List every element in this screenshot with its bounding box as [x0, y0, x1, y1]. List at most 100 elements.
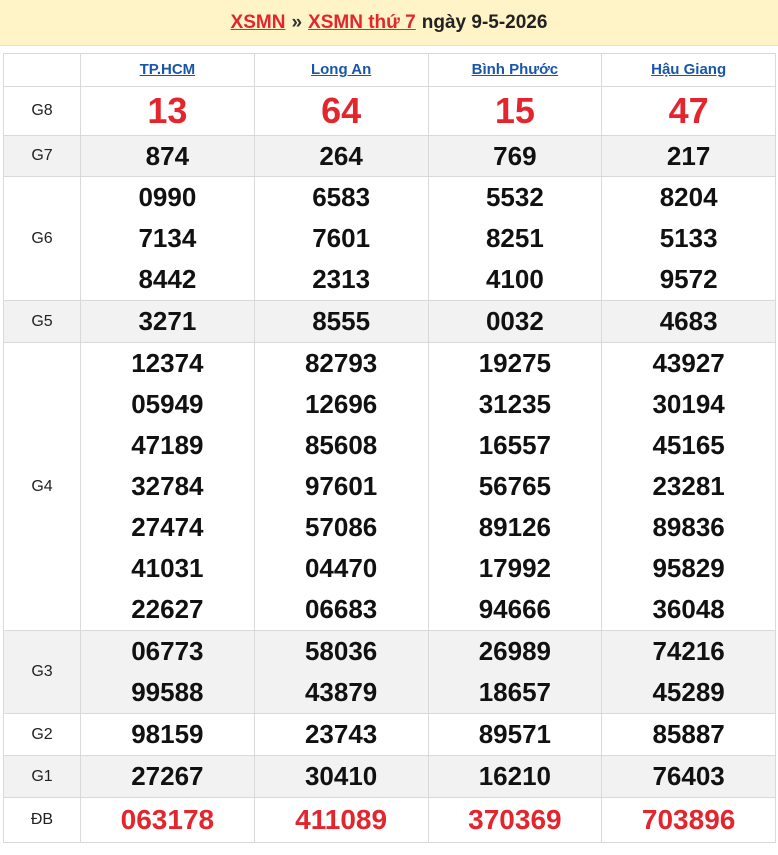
- prize-number: 2313: [312, 264, 371, 294]
- prize-number: 8204: [659, 182, 718, 212]
- prize-number: 19275: [478, 348, 552, 378]
- province-header-row: TP.HCM Long An Bình Phước Hậu Giang: [3, 53, 776, 87]
- prize-cell: 13: [80, 86, 255, 136]
- prize-number: 47: [668, 90, 709, 131]
- prize-cell: 874: [80, 135, 255, 177]
- prize-cell: 98159: [80, 713, 255, 756]
- prize-row-g8: G8 13 64 15 47: [3, 86, 776, 136]
- prize-number: 30410: [304, 761, 378, 791]
- breadcrumb-separator: »: [291, 11, 303, 33]
- prize-row-đb: ĐB 063178 411089 370369 703896: [3, 797, 776, 843]
- prize-number: 95829: [652, 553, 725, 583]
- prize-row-g5: G5 3271 8555 0032 4683: [3, 300, 776, 343]
- prize-cell: 23743: [253, 713, 429, 756]
- prize-number: 12696: [304, 389, 378, 419]
- prize-number: 76403: [652, 761, 725, 791]
- prize-cell: 3271: [80, 300, 255, 343]
- prize-row-g6: G6 0990 7134 8442 6583 7601 2313 5532 8251 4100 82…: [3, 176, 776, 301]
- xsmn-saturday-link[interactable]: XSMN thứ 7: [308, 12, 416, 34]
- prize-number: 85887: [652, 719, 725, 749]
- xsmn-link[interactable]: XSMN: [231, 12, 286, 34]
- prize-number: 703896: [641, 804, 736, 835]
- prize-label: G3: [3, 630, 81, 714]
- prize-row-g7: G7 874 264 769 217: [3, 135, 776, 177]
- prize-cell: 26989 18657: [427, 630, 603, 714]
- prize-cell: 27267: [80, 755, 255, 798]
- prize-cell: 0032: [427, 300, 603, 343]
- prize-number: 3271: [138, 306, 197, 336]
- prize-number: 30194: [652, 389, 725, 419]
- prize-cell: 58036 43879: [253, 630, 429, 714]
- prize-cell: 30410: [253, 755, 429, 798]
- prize-number: 36048: [652, 594, 725, 624]
- prize-row-g4: G4 12374 05949 47189 32784 27474 41031 22627 827…: [3, 342, 776, 631]
- prize-row-g3: G3 06773 99588 58036 43879 26989 18657 74216 452…: [3, 630, 776, 714]
- prize-number: 217: [666, 141, 711, 171]
- prize-number: 32784: [131, 471, 204, 501]
- prize-number: 47189: [131, 430, 204, 460]
- prize-number: 370369: [468, 804, 562, 835]
- prize-number: 264: [319, 141, 363, 171]
- prize-number: 27474: [131, 512, 204, 542]
- prize-number: 15: [494, 90, 535, 131]
- prize-cell: 89571: [427, 713, 603, 756]
- prize-number: 8442: [138, 264, 197, 294]
- prize-label: G5: [3, 300, 81, 343]
- prize-cell: 411089: [253, 797, 429, 843]
- prize-number: 4683: [659, 306, 718, 336]
- prize-number: 12374: [131, 348, 204, 378]
- prize-number: 98159: [131, 719, 204, 749]
- prize-row-g2: G2 98159 23743 89571 85887: [3, 713, 776, 756]
- prize-number: 64: [321, 90, 362, 131]
- prize-number: 17992: [478, 553, 552, 583]
- prize-cell: 703896: [601, 797, 776, 843]
- prize-cell: 85887: [601, 713, 776, 756]
- prize-number: 18657: [478, 677, 552, 707]
- prize-number: 23281: [652, 471, 725, 501]
- prize-number: 6583: [312, 182, 371, 212]
- prize-number: 8251: [485, 223, 544, 253]
- prize-number: 45289: [652, 677, 725, 707]
- prize-number: 56765: [478, 471, 552, 501]
- prize-number: 769: [493, 141, 537, 171]
- page-header: XSMN » XSMN thứ 7 ngày 9-5-2026: [0, 0, 778, 46]
- prize-cell: 16210: [427, 755, 603, 798]
- prize-number: 16210: [478, 761, 552, 791]
- prize-number: 41031: [131, 553, 204, 583]
- prize-label: G8: [3, 86, 81, 136]
- prize-cell: 74216 45289: [601, 630, 776, 714]
- prize-number: 9572: [659, 264, 718, 294]
- prize-cell: 217: [601, 135, 776, 177]
- province-link-hau-giang[interactable]: Hậu Giang: [651, 61, 726, 78]
- prize-cell: 063178: [80, 797, 255, 843]
- prize-number: 27267: [131, 761, 204, 791]
- province-link-long-an[interactable]: Long An: [311, 61, 371, 78]
- province-link-binh-phuoc[interactable]: Bình Phước: [472, 61, 559, 78]
- prize-number: 43879: [304, 677, 378, 707]
- prize-label: G2: [3, 713, 81, 756]
- prize-number: 0990: [138, 182, 197, 212]
- prize-cell: 769: [427, 135, 603, 177]
- province-link-tphcm[interactable]: TP.HCM: [140, 61, 196, 78]
- prize-cell: 370369: [427, 797, 603, 843]
- prize-cell: 6583 7601 2313: [253, 176, 429, 301]
- prize-label: G4: [3, 342, 81, 631]
- prize-number: 5532: [485, 182, 544, 212]
- prize-cell: 5532 8251 4100: [427, 176, 603, 301]
- results-table: TP.HCM Long An Bình Phước Hậu Giang G8 13…: [3, 53, 776, 843]
- prize-number: 82793: [304, 348, 378, 378]
- prize-number: 06683: [304, 594, 378, 624]
- prize-number: 89126: [478, 512, 552, 542]
- prize-cell: 76403: [601, 755, 776, 798]
- prize-number: 31235: [478, 389, 552, 419]
- draw-date: ngày 9-5-2026: [421, 11, 548, 33]
- prize-label: G7: [3, 135, 81, 177]
- prize-cell: 8555: [253, 300, 429, 343]
- prize-number: 94666: [478, 594, 552, 624]
- prize-label: ĐB: [3, 797, 81, 843]
- prize-number: 22627: [131, 594, 204, 624]
- prize-number: 7134: [138, 223, 197, 253]
- prize-cell: 264: [253, 135, 429, 177]
- prize-number: 89836: [652, 512, 725, 542]
- prize-number: 874: [145, 141, 190, 171]
